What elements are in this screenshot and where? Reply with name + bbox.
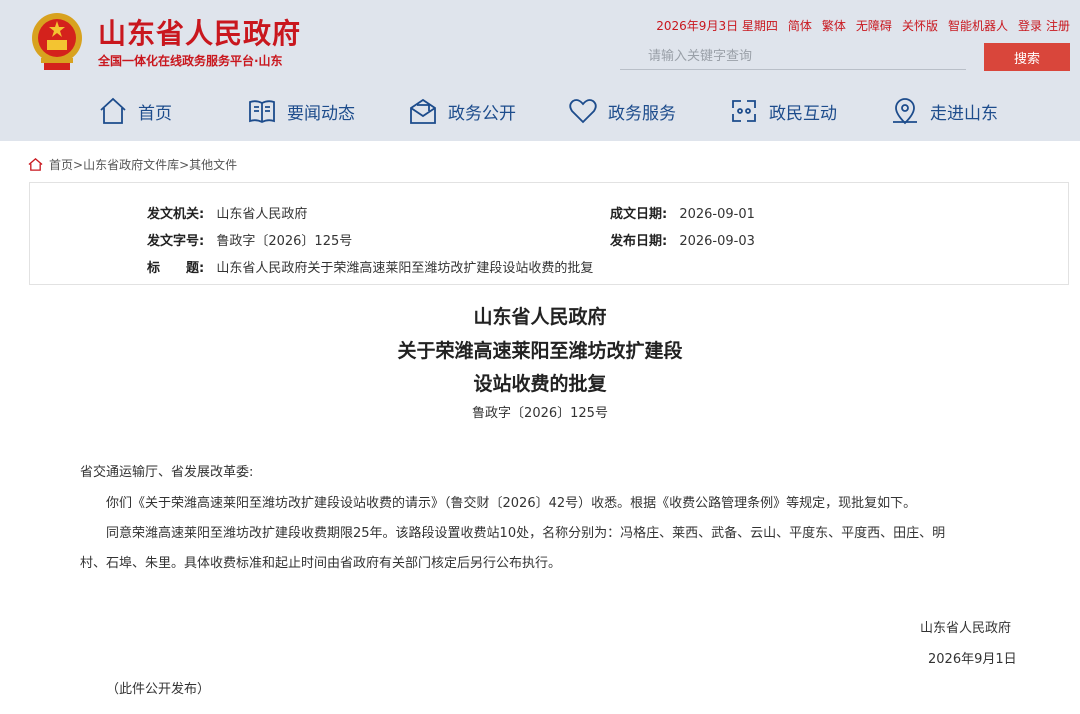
- meta-pub-value: 2026-09-03: [679, 234, 755, 249]
- link-simplified[interactable]: 简体: [788, 17, 812, 34]
- link-care-mode[interactable]: 关怀版: [902, 17, 938, 34]
- nav-interaction-label: 政民互动: [769, 103, 837, 124]
- doc-title-line-1: 山东省人民政府: [473, 306, 607, 328]
- interaction-icon: [732, 100, 756, 122]
- meta-title-value: 山东省人民政府关于荣潍高速莱阳至潍坊改扩建段设站收费的批复: [216, 261, 594, 276]
- top-links: 2026年9月3日 星期四 简体 繁体 无障碍 关怀版 智能机器人 登录 注册: [656, 17, 1070, 34]
- meta-doc-no-value: 鲁政字〔2026〕125号: [216, 234, 353, 249]
- nav-about-label: 走进山东: [930, 103, 998, 124]
- publish-note: （此件公开发布）: [106, 682, 211, 697]
- main-nav: 首页 要闻动态 政务公开 政务服务 政民互动 走进山东: [0, 88, 1080, 134]
- meta-doc-no-label: 发文字号:: [147, 234, 205, 249]
- search-input[interactable]: [620, 44, 966, 70]
- nav-about[interactable]: 走进山东: [890, 88, 998, 134]
- breadcrumb-home[interactable]: 首页: [49, 158, 73, 172]
- link-traditional[interactable]: 繁体: [822, 17, 846, 34]
- location-icon: [893, 98, 917, 125]
- nav-interaction[interactable]: 政民互动: [729, 88, 837, 134]
- breadcrumb-library[interactable]: 山东省政府文件库: [83, 158, 179, 172]
- meta-made-date: 成文日期: 2026-09-01: [610, 203, 755, 222]
- meta-doc-no: 发文字号: 鲁政字〔2026〕125号: [147, 230, 352, 249]
- nav-news-label: 要闻动态: [287, 103, 355, 124]
- register-link[interactable]: 注册: [1046, 17, 1070, 34]
- national-emblem-icon: [32, 13, 82, 70]
- salutation: 省交通运输厅、省发展改革委:: [80, 465, 254, 480]
- breadcrumb-sep: >: [73, 158, 84, 172]
- meta-issuer-label: 发文机关:: [147, 207, 205, 222]
- meta-title-label: 标 题:: [147, 261, 205, 276]
- nav-open-gov-label: 政务公开: [448, 103, 516, 124]
- paragraph-2-line-2: 村、石埠、朱里。具体收费标准和起止时间由省政府有关部门核定后另行公布执行。: [80, 556, 562, 571]
- book-icon: [249, 100, 275, 124]
- search-button[interactable]: 搜索: [984, 43, 1070, 71]
- document-meta-box: 发文机关: 山东省人民政府 发文字号: 鲁政字〔2026〕125号 标 题: 山…: [29, 182, 1069, 285]
- nav-home-label: 首页: [138, 103, 172, 124]
- link-accessibility[interactable]: 无障碍: [856, 17, 892, 34]
- site-title: 山东省人民政府: [98, 17, 302, 50]
- paragraph-2-line-1: 同意荣潍高速莱阳至潍坊改扩建段收费期限25年。该路段设置收费站10处，名称分别为…: [106, 526, 946, 541]
- mailbox-icon: [410, 98, 436, 124]
- home-icon: [100, 97, 126, 124]
- meta-issuer: 发文机关: 山东省人民政府: [147, 203, 307, 222]
- site-header: 山东省人民政府 全国一体化在线政务服务平台·山东 2026年9月3日 星期四 简…: [0, 0, 1080, 141]
- nav-open-gov[interactable]: 政务公开: [408, 88, 516, 134]
- signature: 山东省人民政府: [920, 621, 1012, 636]
- meta-title: 标 题: 山东省人民政府关于荣潍高速莱阳至潍坊改扩建段设站收费的批复: [147, 257, 593, 276]
- meta-issuer-value: 山东省人民政府: [216, 207, 308, 222]
- meta-made-value: 2026-09-01: [679, 207, 755, 222]
- site-subtitle: 全国一体化在线政务服务平台·山东: [98, 54, 283, 68]
- doc-number: 鲁政字〔2026〕125号: [472, 406, 608, 421]
- nav-home[interactable]: 首页: [98, 88, 172, 134]
- sign-date: 2026年9月1日: [928, 652, 1017, 667]
- link-robot[interactable]: 智能机器人: [948, 17, 1008, 34]
- home-icon: [28, 158, 43, 171]
- doc-title-line-2: 关于荣潍高速莱阳至潍坊改扩建段: [397, 340, 683, 362]
- nav-news[interactable]: 要闻动态: [247, 88, 355, 134]
- nav-services-label: 政务服务: [608, 103, 676, 124]
- login-link[interactable]: 登录: [1018, 17, 1042, 34]
- paragraph-1: 你们《关于荣潍高速莱阳至潍坊改扩建段设站收费的请示》（鲁交财〔2026〕42号）…: [106, 496, 917, 511]
- breadcrumb-current[interactable]: 其他文件: [189, 158, 237, 172]
- doc-title-line-3: 设站收费的批复: [473, 373, 607, 395]
- breadcrumb: 首页>山东省政府文件库>其他文件: [28, 156, 237, 173]
- meta-made-label: 成文日期:: [610, 207, 668, 222]
- nav-services[interactable]: 政务服务: [568, 88, 676, 134]
- meta-pub-label: 发布日期:: [610, 234, 668, 249]
- heart-icon: [569, 99, 597, 124]
- breadcrumb-sep: >: [179, 158, 190, 172]
- current-date: 2026年9月3日 星期四: [656, 19, 778, 33]
- meta-pub-date: 发布日期: 2026-09-03: [610, 230, 755, 249]
